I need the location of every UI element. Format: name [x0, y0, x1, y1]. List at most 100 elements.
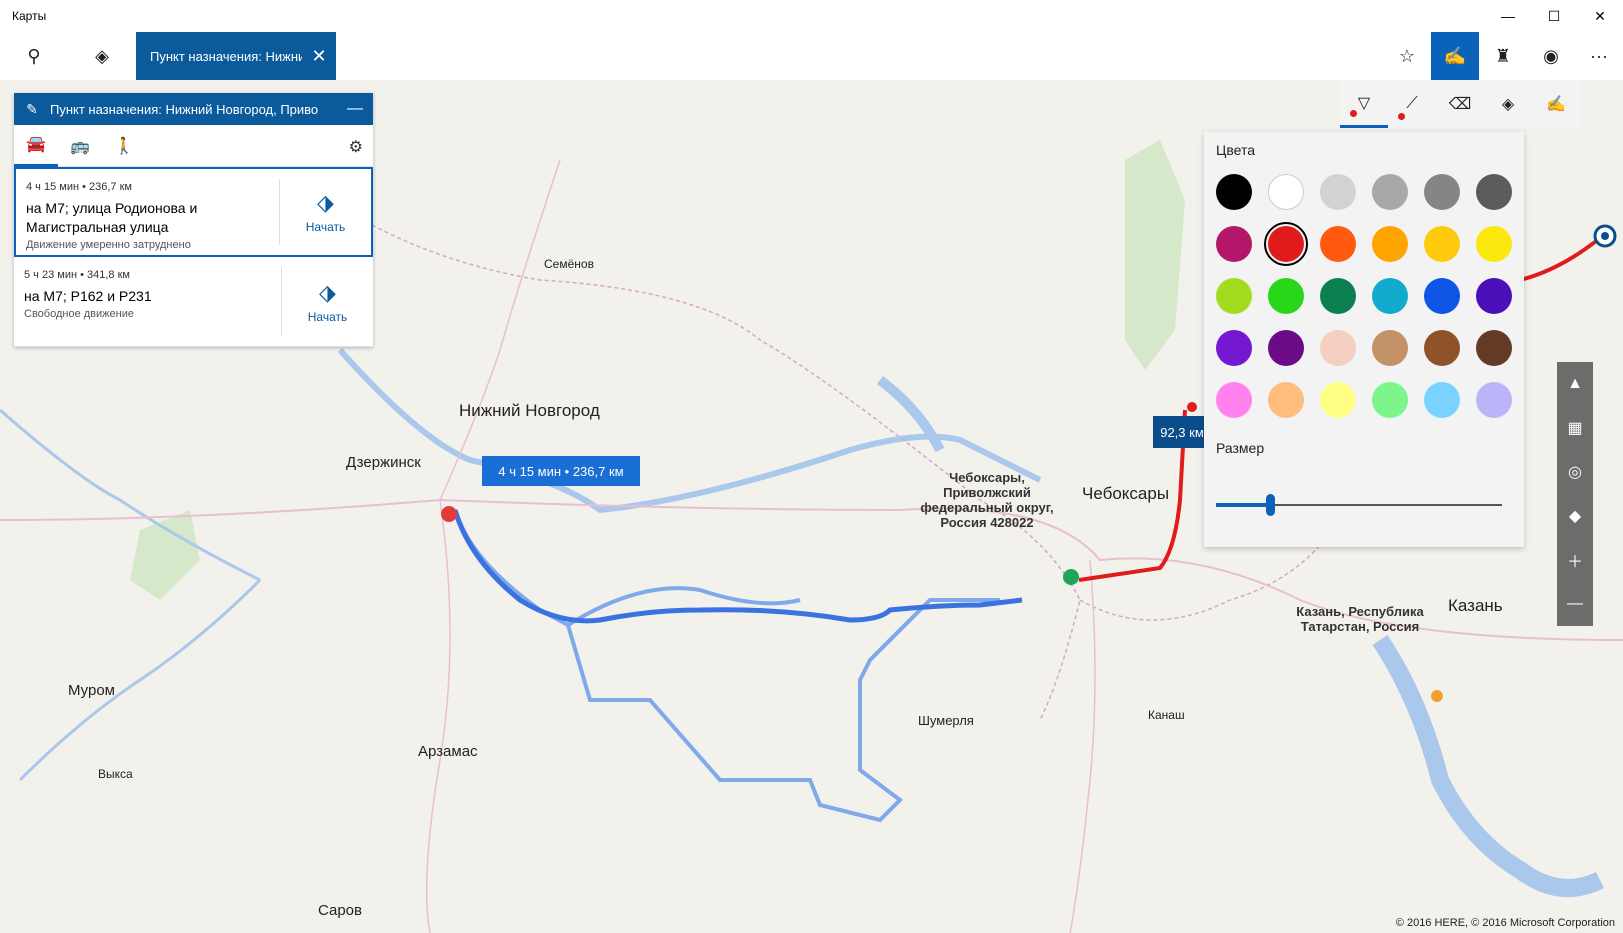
- route-option[interactable]: 4 ч 15 мин • 236,7 км на М7; улица Родио…: [14, 167, 373, 257]
- color-swatch[interactable]: [1476, 382, 1512, 418]
- color-swatch[interactable]: [1264, 222, 1308, 266]
- size-slider[interactable]: [1216, 490, 1512, 520]
- color-swatch[interactable]: [1216, 226, 1252, 262]
- color-swatch[interactable]: [1320, 278, 1356, 314]
- start-marker-icon[interactable]: [1063, 569, 1079, 585]
- eraser-tool[interactable]: ⌫: [1436, 80, 1484, 128]
- destination-tab[interactable]: Пункт назначения: Нижний ✕: [136, 32, 336, 80]
- mode-car[interactable]: 🚘: [14, 125, 58, 167]
- layers-icon: ◆: [1568, 508, 1582, 525]
- ink-toolbar-button[interactable]: ✍: [1431, 32, 1479, 80]
- bus-icon: 🚌: [70, 137, 90, 155]
- eraser-icon: ⌫: [1448, 96, 1472, 113]
- gear-icon[interactable]: ⚙: [349, 137, 363, 157]
- maximize-button[interactable]: ☐: [1531, 0, 1577, 32]
- route-name: на М7; улица Родионова и Магистральная у…: [26, 200, 198, 235]
- favorites-button[interactable]: ☆: [1383, 32, 1431, 80]
- title-bar: Карты — ☐ ✕: [0, 0, 1623, 32]
- landmarks-button[interactable]: ♜: [1479, 32, 1527, 80]
- map-copyright: © 2016 HERE, © 2016 Microsoft Corporatio…: [1395, 917, 1615, 929]
- color-swatch[interactable]: [1372, 174, 1408, 210]
- color-swatch[interactable]: [1268, 382, 1304, 418]
- more-icon: ···: [1590, 45, 1608, 66]
- route-bubble[interactable]: 4 ч 15 мин • 236,7 км: [482, 456, 640, 486]
- color-swatch[interactable]: [1372, 226, 1408, 262]
- color-swatch[interactable]: [1476, 278, 1512, 314]
- color-swatch[interactable]: [1424, 174, 1460, 210]
- toolbar-right: ☆ ✍ ♜ ◉ ···: [1383, 32, 1623, 80]
- car-icon: 🚘: [26, 136, 46, 153]
- pen-color-dot: [1398, 113, 1405, 120]
- traffic-button[interactable]: ◉: [1527, 32, 1575, 80]
- color-swatch[interactable]: [1320, 174, 1356, 210]
- kazan-marker-icon[interactable]: [1431, 690, 1443, 702]
- collapse-icon[interactable]: —: [337, 100, 373, 118]
- turn-right-icon: ⬗: [319, 279, 336, 305]
- route-distance: 236,7 км: [89, 181, 132, 193]
- ruler-pen-tool[interactable]: ⟋: [1388, 80, 1436, 128]
- tilt-button[interactable]: ▦: [1557, 406, 1593, 450]
- color-swatch[interactable]: [1216, 330, 1252, 366]
- ballpoint-pen-tool[interactable]: ▽: [1340, 80, 1388, 128]
- destination-flag-icon[interactable]: [441, 506, 457, 522]
- color-swatch[interactable]: [1216, 382, 1252, 418]
- mode-transit[interactable]: 🚌: [58, 125, 102, 167]
- color-swatch[interactable]: [1268, 278, 1304, 314]
- close-button[interactable]: ✕: [1577, 0, 1623, 32]
- map-controls: ▲ ▦ ◎ ◆ ＋ —: [1557, 362, 1593, 626]
- compass-button[interactable]: ▲: [1557, 362, 1593, 406]
- layers-button[interactable]: ◆: [1557, 494, 1593, 538]
- color-swatch[interactable]: [1268, 174, 1304, 210]
- color-swatch[interactable]: [1424, 330, 1460, 366]
- close-tab-icon[interactable]: ✕: [302, 46, 336, 67]
- color-swatch[interactable]: [1372, 382, 1408, 418]
- tilt-icon: ▦: [1567, 420, 1583, 437]
- route-info: 5 ч 23 мин • 341,8 км на М7; Р162 и Р231…: [14, 257, 281, 346]
- zoom-in-button[interactable]: ＋: [1557, 538, 1593, 582]
- pen-color-dot: [1350, 110, 1357, 117]
- route-traffic-status: Свободное движение: [24, 308, 134, 320]
- edit-icon[interactable]: ✎: [14, 101, 50, 118]
- color-swatch[interactable]: [1476, 226, 1512, 262]
- start-button[interactable]: ⬗ Начать: [281, 267, 373, 336]
- colors-label: Цвета: [1216, 142, 1255, 158]
- route-option[interactable]: 5 ч 23 мин • 341,8 км на М7; Р162 и Р231…: [14, 257, 373, 347]
- color-swatch[interactable]: [1424, 278, 1460, 314]
- star-icon: ☆: [1398, 45, 1416, 66]
- search-button[interactable]: ⚲: [0, 32, 68, 80]
- color-swatch[interactable]: [1424, 382, 1460, 418]
- city-label-kazan: Казань: [1448, 596, 1503, 615]
- minimize-icon: —: [1501, 8, 1515, 24]
- touch-write-tool[interactable]: ✍: [1532, 80, 1580, 128]
- distance-bubble: 92,3 км: [1153, 416, 1211, 448]
- locate-button[interactable]: ◎: [1557, 450, 1593, 494]
- mode-walk[interactable]: 🚶: [102, 125, 146, 167]
- more-button[interactable]: ···: [1575, 32, 1623, 80]
- color-swatch[interactable]: [1372, 278, 1408, 314]
- my-location-dot: [1601, 232, 1609, 240]
- walk-icon: 🚶: [114, 137, 134, 155]
- route-tool[interactable]: ◈: [1484, 80, 1532, 128]
- minimize-button[interactable]: —: [1485, 0, 1531, 32]
- color-swatch[interactable]: [1476, 330, 1512, 366]
- locate-icon: ◎: [1568, 464, 1582, 481]
- start-button[interactable]: ⬗ Начать: [279, 179, 371, 245]
- color-swatch[interactable]: [1268, 330, 1304, 366]
- color-swatch[interactable]: [1216, 278, 1252, 314]
- color-swatch[interactable]: [1476, 174, 1512, 210]
- route-meta: 5 ч 23 мин • 341,8 км: [24, 269, 130, 281]
- start-label: Начать: [305, 220, 346, 234]
- color-swatch[interactable]: [1372, 330, 1408, 366]
- directions-button[interactable]: ◈: [68, 32, 136, 80]
- city-label-nn: Нижний Новгород: [459, 401, 600, 420]
- kazan-address-label: Казань, Республика Татарстан, Россия: [1296, 604, 1424, 634]
- slider-thumb[interactable]: [1266, 494, 1275, 516]
- travel-modes: 🚘 🚌 🚶 ⚙: [14, 125, 373, 167]
- color-swatch[interactable]: [1424, 226, 1460, 262]
- color-swatch[interactable]: [1320, 226, 1356, 262]
- destination-tab-label: Пункт назначения: Нижний: [150, 48, 302, 64]
- color-swatch[interactable]: [1216, 174, 1252, 210]
- color-swatch[interactable]: [1320, 382, 1356, 418]
- zoom-out-button[interactable]: —: [1557, 582, 1593, 626]
- color-swatch[interactable]: [1320, 330, 1356, 366]
